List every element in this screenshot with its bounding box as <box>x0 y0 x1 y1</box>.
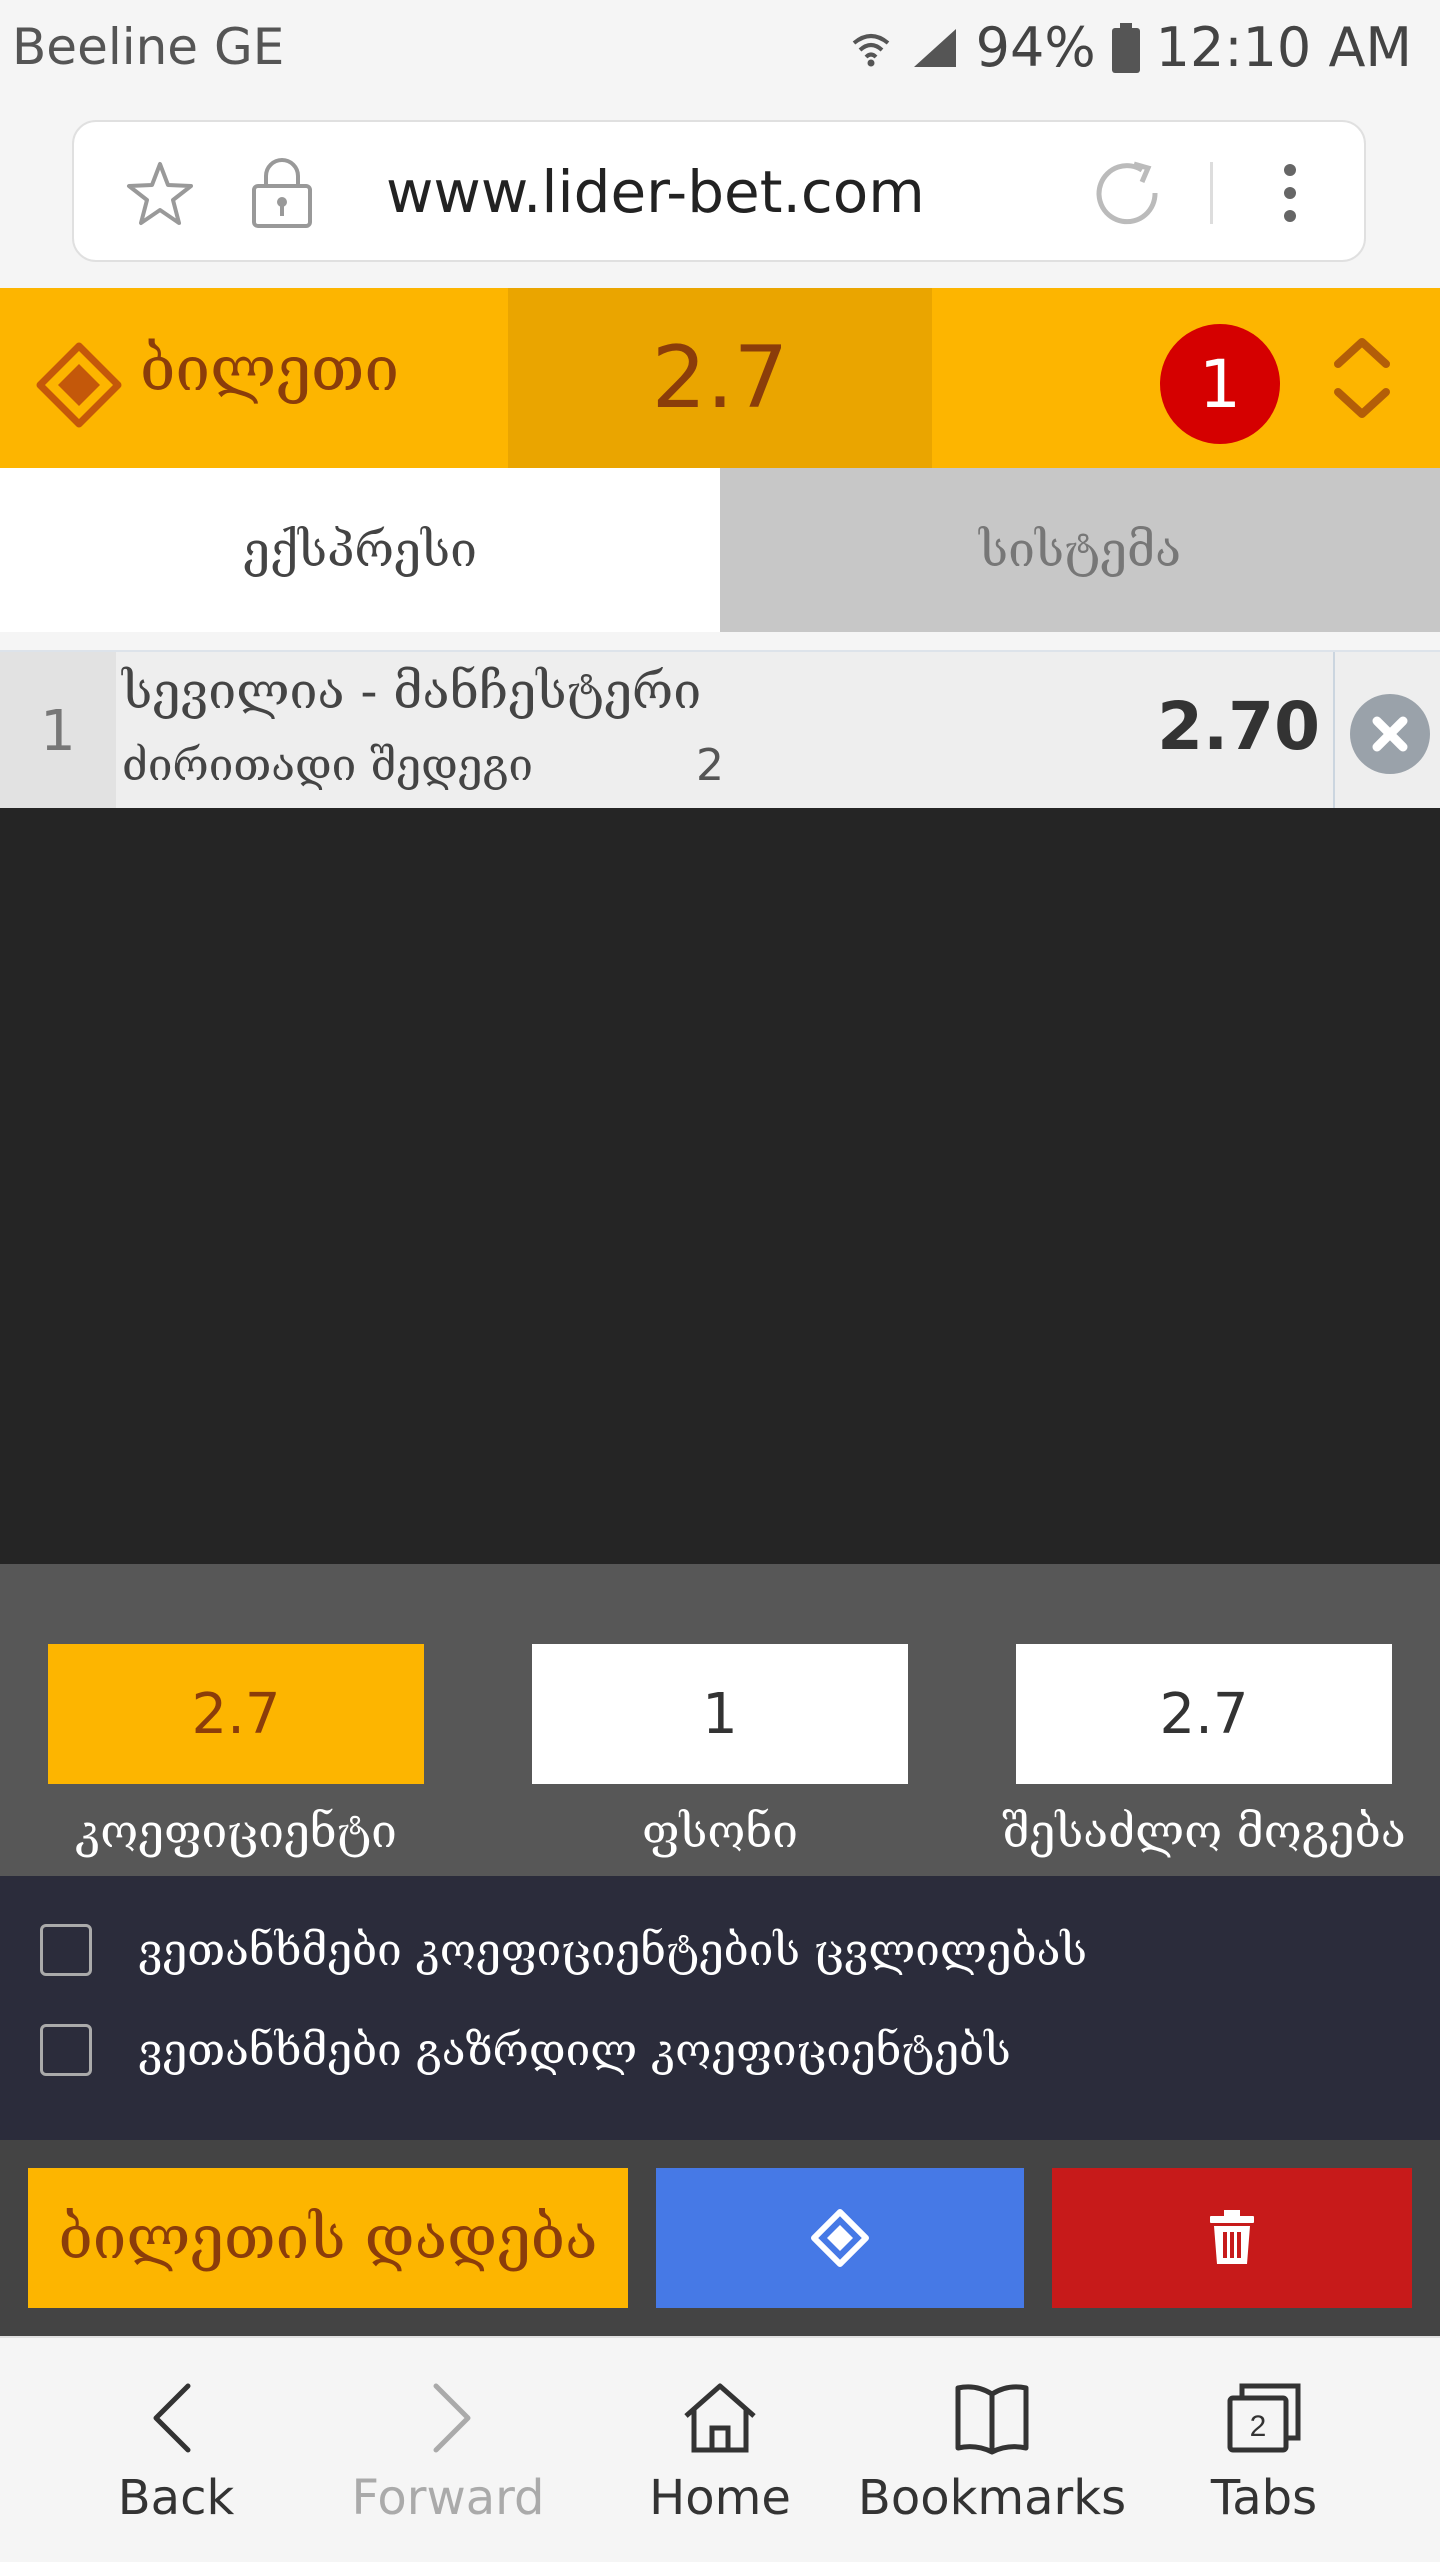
forward-icon <box>433 2383 471 2453</box>
coefficient-label: კოეფიციენტი <box>75 1804 397 1858</box>
bet-outcome: 2 <box>696 740 724 791</box>
battery-percent: 94% <box>975 16 1096 79</box>
nav-bookmarks-button[interactable]: Bookmarks <box>848 2338 1136 2562</box>
agreements-panel: ვეთანხმები კოეფიციენტების ცვლილებას ვეთა… <box>0 1876 1440 2140</box>
bet-type-tabs: ექსპრესი სისტემა <box>0 468 1440 632</box>
status-time: 12:10 AM <box>1155 16 1412 79</box>
agree-increased-odds-label: ვეთანხმები გაზრდილ კოეფიციენტებს <box>138 2024 1011 2076</box>
nav-home-button[interactable]: Home <box>576 2338 864 2562</box>
status-indicators: 94% 12:10 AM <box>848 16 1412 79</box>
ticket-title: ბილეთი <box>140 332 400 405</box>
agree-increased-odds-row[interactable]: ვეთანხმები გაზრდილ კოეფიციენტებს <box>40 2020 1011 2080</box>
bookmarks-icon <box>955 2384 1029 2455</box>
bookmark-star-icon[interactable] <box>124 158 196 230</box>
tab-system[interactable]: სისტემა <box>720 468 1440 632</box>
tabs-icon: 2 <box>1227 2383 1301 2453</box>
ticket-title-area[interactable]: ბილეთი <box>0 288 508 468</box>
nav-home-label: Home <box>649 2470 791 2526</box>
signal-icon <box>913 28 956 67</box>
battery-icon <box>1111 22 1140 73</box>
expand-collapse-icon[interactable] <box>1330 332 1394 424</box>
wifi-icon <box>852 33 889 66</box>
browser-bottom-nav: Back Forward Home Bookmarks 2 Tabs <box>0 2336 1440 2562</box>
action-bar: ბილეთის დადება <box>0 2140 1440 2336</box>
nav-back-label: Back <box>117 2470 235 2526</box>
nav-forward-button[interactable]: Forward <box>304 2338 592 2562</box>
agree-increased-odds-checkbox[interactable] <box>40 2024 92 2076</box>
trash-icon <box>1210 2210 1254 2264</box>
bet-divider <box>1333 652 1335 810</box>
nav-bookmarks-label: Bookmarks <box>857 2470 1127 2526</box>
bet-count-badge: 1 <box>1160 324 1280 444</box>
nav-tabs-button[interactable]: 2 Tabs <box>1120 2338 1408 2562</box>
url-bar[interactable]: www.lider-bet.com <box>72 120 1366 262</box>
home-icon <box>684 2383 756 2453</box>
status-bar: Beeline GE 94% 12:10 AM <box>0 0 1440 106</box>
carrier-name: Beeline GE <box>12 18 285 76</box>
url-divider <box>1210 162 1213 224</box>
reload-icon[interactable] <box>1090 156 1164 230</box>
nav-back-button[interactable]: Back <box>32 2338 320 2562</box>
tabs-count: 2 <box>1250 2410 1267 2443</box>
url-text[interactable]: www.lider-bet.com <box>386 158 925 226</box>
total-odds: 2.7 <box>508 288 932 468</box>
back-icon <box>153 2383 191 2453</box>
remove-bet-icon[interactable] <box>1348 692 1432 776</box>
ticket-icon <box>811 2209 869 2267</box>
empty-bet-area <box>0 808 1440 1564</box>
nav-forward-label: Forward <box>351 2470 545 2526</box>
totals-panel: 2.7 1 2.7 კოეფიციენტი ფსონი შესაძლო მოგე… <box>0 1564 1440 1876</box>
coefficient-value: 2.7 <box>48 1644 424 1784</box>
ticket-icon <box>36 342 122 428</box>
bet-market: ძირითადი შედეგი <box>122 740 533 791</box>
place-bet-button[interactable]: ბილეთის დადება <box>28 2168 628 2308</box>
bet-row: 1 სევილია - მანჩესტერი ძირითადი შედეგი 2… <box>0 650 1440 810</box>
bet-match-name: სევილია - მანჩესტერი <box>122 662 702 720</box>
bet-index: 1 <box>0 652 116 810</box>
stake-label: ფსონი <box>641 1804 799 1858</box>
possible-win-value: 2.7 <box>1016 1644 1392 1784</box>
ticket-action-button[interactable] <box>656 2168 1024 2308</box>
agree-odds-change-label: ვეთანხმები კოეფიციენტების ცვლილებას <box>138 1924 1088 1976</box>
delete-ticket-button[interactable] <box>1052 2168 1412 2308</box>
more-menu-icon[interactable] <box>1282 162 1298 224</box>
agree-odds-change-checkbox[interactable] <box>40 1924 92 1976</box>
tab-express[interactable]: ექსპრესი <box>0 468 720 632</box>
stake-input[interactable]: 1 <box>532 1644 908 1784</box>
bet-odds: 2.70 <box>1157 688 1320 765</box>
nav-tabs-label: Tabs <box>1210 2470 1318 2526</box>
lock-icon[interactable] <box>248 154 316 230</box>
ticket-header[interactable]: ბილეთი 2.7 1 <box>0 288 1440 468</box>
agree-odds-change-row[interactable]: ვეთანხმები კოეფიციენტების ცვლილებას <box>40 1920 1087 1980</box>
possible-win-label: შესაძლო მოგება <box>1002 1804 1406 1858</box>
